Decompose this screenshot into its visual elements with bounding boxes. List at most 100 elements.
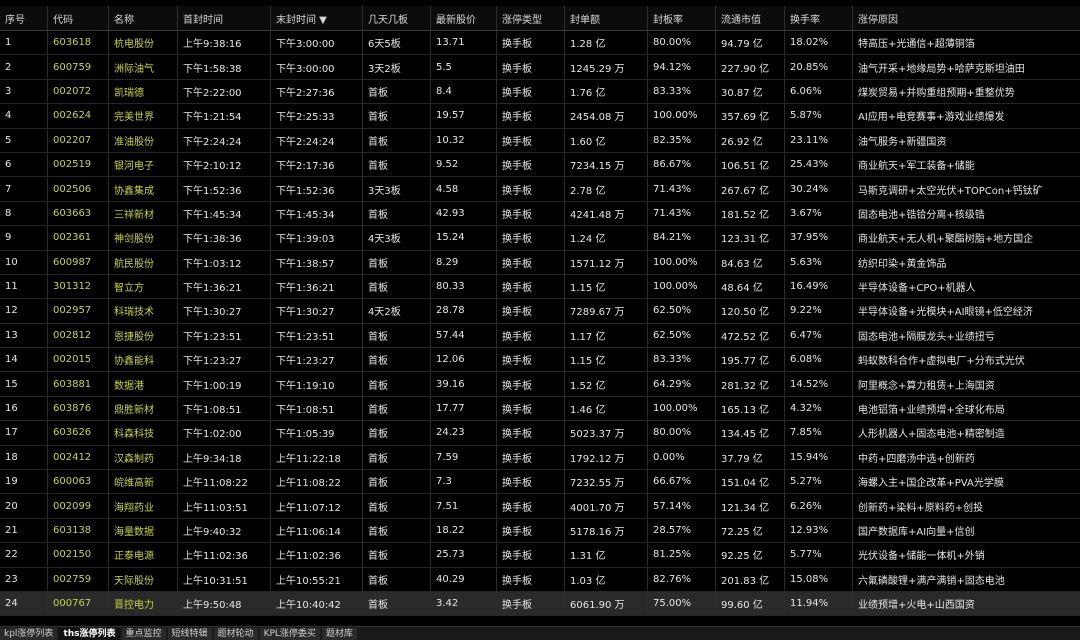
table-cell: 1.76 亿: [565, 79, 648, 104]
table-cell: 23: [0, 567, 48, 591]
table-cell: 鼎胜新材: [109, 396, 178, 421]
table-cell: 30.24%: [785, 177, 853, 201]
table-cell: 4.32%: [785, 396, 853, 421]
table-row[interactable]: 3 002072 凯瑞德 下午2:22:00 下午2:27:36 首板 8.4 换手板 1.76…: [0, 79, 1080, 105]
table-cell: 99.60 亿: [716, 591, 785, 616]
table-row[interactable]: 5 002207 准油股份 下午2:24:24 下午2:24:24 首板 10.32 换手板 1…: [0, 128, 1080, 153]
table-cell: 人形机器人+固态电池+精密制造: [858, 429, 1005, 441]
table-cell: 26.92 亿: [716, 128, 785, 152]
table-row[interactable]: 21 603138 海量数据 上午9:40:32 上午11:06:14 首板 18.22 换手…: [0, 518, 1080, 544]
tab-3[interactable]: 短线特辑: [167, 627, 212, 640]
table-cell: 2.78 亿: [565, 177, 648, 201]
table-cell: 100.00%: [648, 274, 716, 299]
table-cell: 6天5板: [363, 31, 431, 55]
table-cell: 84.21%: [648, 226, 716, 250]
table-cell: 84.63 亿: [716, 250, 785, 274]
column-header-12[interactable]: 涨停原因: [853, 6, 1080, 30]
table-cell: 7.51: [431, 494, 497, 518]
table-row[interactable]: 23 002759 天际股份 上午10:31:51 上午10:55:21 首板 40.29 换…: [0, 567, 1080, 592]
table-row[interactable]: 16 603876 鼎胜新材 下午1:08:51 下午1:08:51 首板 17.77 换手板…: [0, 396, 1080, 422]
table-cell: 10: [0, 250, 48, 274]
table-row[interactable]: 24 000767 晋控电力 上午9:50:48 上午10:40:42 首板 3.42 换手板…: [0, 591, 1080, 617]
table-cell: 换手板: [497, 567, 565, 591]
table-row[interactable]: 1 603618 杭电股份 上午9:38:16 下午3:00:00 6天5板 13.71 换手…: [0, 31, 1080, 56]
table-row[interactable]: 4 002624 完美世界 下午1:21:54 下午2:25:33 首板 19.57 换手板 2…: [0, 104, 1080, 129]
column-header-3[interactable]: 首封时间: [178, 6, 271, 30]
table-row[interactable]: 19 600063 皖维高新 上午11:08:22 上午11:08:22 首板 7.3 换手板…: [0, 470, 1080, 495]
table-cell: 57.14%: [648, 494, 716, 518]
table-cell: 换手板: [497, 591, 565, 616]
table-row[interactable]: 11 301312 智立方 下午1:36:21 下午1:36:21 首板 80.33 换手板 1…: [0, 274, 1080, 300]
table-cell: 洲际油气: [109, 55, 178, 79]
table-cell: 62.50%: [648, 299, 716, 323]
table-cell: 下午2:27:36: [271, 79, 363, 104]
table-cell: 002519: [48, 152, 109, 177]
tab-5[interactable]: KPL涨停委买: [259, 627, 320, 640]
tab-1[interactable]: ths涨停列表: [59, 627, 120, 640]
column-header-6[interactable]: 最新股价: [431, 6, 497, 30]
table-cell: 8.4: [431, 79, 497, 104]
column-header-7[interactable]: 涨停类型: [497, 6, 565, 30]
table-row[interactable]: 9 002361 神剑股份 下午1:38:36 下午1:39:03 4天3板 15.24 换手…: [0, 226, 1080, 251]
table-cell: 82.35%: [648, 128, 716, 152]
table-cell: 94.79 亿: [716, 31, 785, 55]
table-cell: 92.25 亿: [716, 543, 785, 567]
table-cell: 3天3板: [363, 177, 431, 201]
table-cell: 000767: [48, 591, 109, 616]
table-cell: 18.02%: [785, 31, 853, 55]
table-row[interactable]: 8 603663 三祥新材 下午1:45:34 下午1:45:34 首板 42.93 换手板 4…: [0, 201, 1080, 227]
table-cell: 下午1:58:38: [178, 55, 271, 79]
table-cell: 37.79 亿: [716, 445, 785, 470]
table-cell: 6.08%: [785, 348, 853, 372]
table-cell: 6.26%: [785, 494, 853, 518]
table-cell: 恩捷股份: [109, 323, 178, 348]
table-row[interactable]: 18 002412 汉森制药 上午9:34:18 上午11:22:18 首板 7.59 换手板…: [0, 445, 1080, 471]
table-row[interactable]: 10 600987 航民股份 下午1:03:12 下午1:38:57 首板 8.29 换手板 1…: [0, 250, 1080, 275]
table-cell: 15.94%: [785, 445, 853, 470]
table-row[interactable]: 6 002519 银河电子 下午2:10:12 下午2:17:36 首板 9.52 换手板 72…: [0, 152, 1080, 178]
column-header-11[interactable]: 换手率: [785, 6, 853, 30]
table-row[interactable]: 15 603881 数据港 下午1:00:19 下午1:19:10 首板 39.16 换手板 1…: [0, 372, 1080, 397]
table-cell: 下午1:21:54: [178, 104, 271, 128]
column-header-5[interactable]: 几天几板: [363, 6, 431, 30]
table-row[interactable]: 7 002506 协鑫集成 下午1:52:36 下午1:52:36 3天3板 4.58 换手板…: [0, 177, 1080, 202]
table-cell: 603876: [48, 396, 109, 421]
table-cell: 17.77: [431, 396, 497, 421]
table-cell: 18: [0, 445, 48, 470]
table-cell: 1.28 亿: [565, 31, 648, 55]
table-row[interactable]: 17 603626 科森科技 下午1:02:00 下午1:05:39 首板 24.23 换手板…: [0, 421, 1080, 446]
table-cell: 首板: [363, 543, 431, 567]
table-cell: 42.93: [431, 201, 497, 226]
table-cell: 134.45 亿: [716, 421, 785, 445]
table-row[interactable]: 22 002150 正泰电源 上午11:02:36 上午11:02:36 首板 25.73 换…: [0, 543, 1080, 568]
table-cell: 86.67%: [648, 152, 716, 177]
table-cell: 首板: [363, 494, 431, 518]
tab-2[interactable]: 重点监控: [121, 627, 166, 640]
table-cell: 首板: [363, 445, 431, 470]
table-row[interactable]: 14 002015 协鑫能科 下午1:23:27 下午1:23:27 首板 12.06 换手板…: [0, 348, 1080, 373]
column-header-1[interactable]: 代码: [48, 6, 109, 30]
table-cell: 下午1:00:19: [178, 372, 271, 396]
tab-4[interactable]: 题材轮动: [213, 627, 258, 640]
column-header-0[interactable]: 序号: [0, 6, 48, 30]
column-header-10[interactable]: 流通市值: [716, 6, 785, 30]
table-cell: 航民股份: [109, 250, 178, 274]
column-header-4[interactable]: 末封时间 ▼: [271, 6, 363, 30]
table-row[interactable]: 20 002099 海翔药业 上午11:03:51 上午11:07:12 首板 7.51 换手…: [0, 494, 1080, 519]
tab-0[interactable]: kpl涨停列表: [0, 627, 58, 640]
table-cell: 海翔药业: [109, 494, 178, 518]
table-row[interactable]: 2 600759 洲际油气 下午1:58:38 下午3:00:00 3天2板 5.5 换手板 1…: [0, 55, 1080, 80]
table-cell: 4: [0, 104, 48, 128]
column-header-8[interactable]: 封单额: [565, 6, 648, 30]
column-header-2[interactable]: 名称: [109, 6, 178, 30]
column-header-9[interactable]: 封板率: [648, 6, 716, 30]
tab-6[interactable]: 题材库: [321, 627, 357, 640]
table-cell: 上午10:31:51: [178, 567, 271, 591]
table-cell: 1245.29 万: [565, 55, 648, 79]
table-cell: 首板: [363, 274, 431, 299]
table-body: 1 603618 杭电股份 上午9:38:16 下午3:00:00 6天5板 13.71 换手…: [0, 31, 1080, 617]
table-cell: 首板: [363, 396, 431, 421]
table-row[interactable]: 12 002957 科瑞技术 下午1:30:27 下午1:30:27 4天2板 28.78 换…: [0, 299, 1080, 324]
table-row[interactable]: 13 002812 恩捷股份 下午1:23:51 下午1:23:51 首板 57.44 换手板…: [0, 323, 1080, 349]
table-cell: 首板: [363, 567, 431, 591]
